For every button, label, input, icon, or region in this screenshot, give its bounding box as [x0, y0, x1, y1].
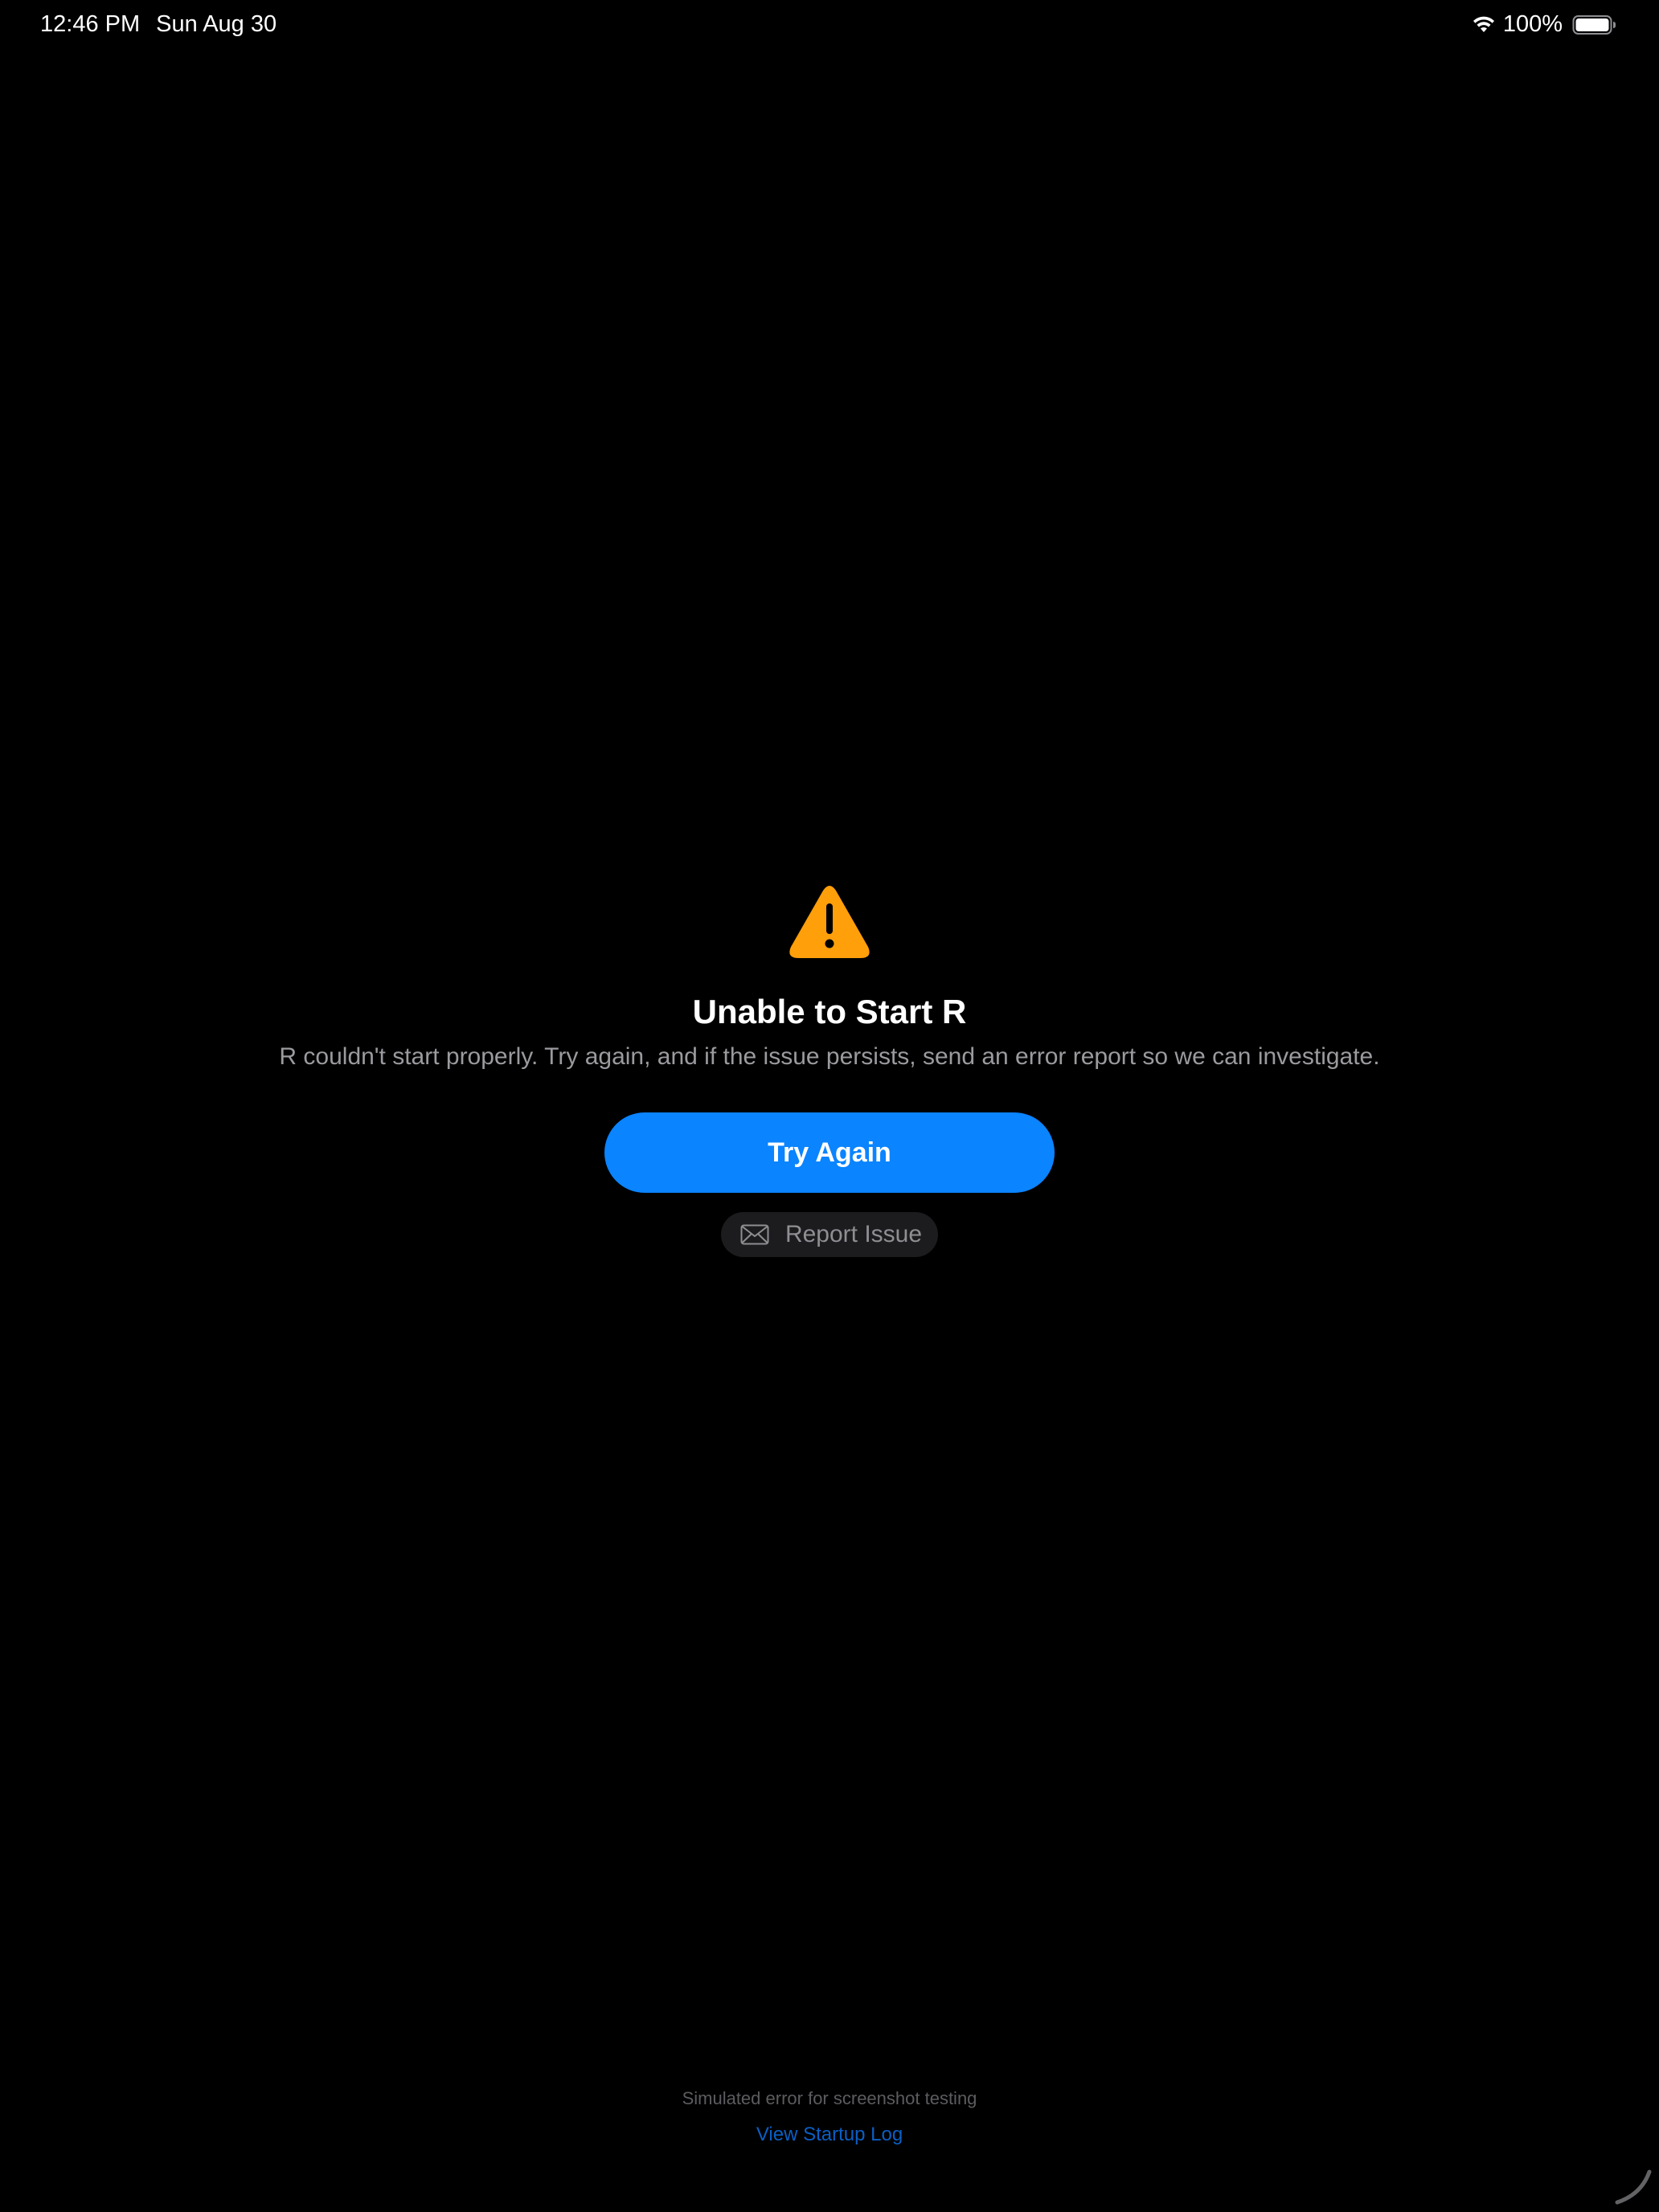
envelope-icon: [740, 1224, 769, 1245]
error-title: Unable to Start R: [692, 993, 967, 1030]
error-panel: Unable to Start R R couldn't start prope…: [0, 884, 1659, 1258]
footer-note: Simulated error for screenshot testing: [682, 2088, 977, 2108]
try-again-button[interactable]: Try Again: [604, 1112, 1055, 1194]
status-left: 12:46 PM Sun Aug 30: [40, 11, 276, 38]
status-right: 100%: [1471, 11, 1617, 38]
status-date: Sun Aug 30: [156, 11, 277, 37]
battery-full-icon: [1572, 14, 1616, 35]
report-issue-button[interactable]: Report Issue: [720, 1212, 939, 1258]
footer: Simulated error for screenshot testing V…: [0, 2087, 1659, 2148]
error-message: R couldn't start properly. Try again, an…: [279, 1043, 1380, 1071]
status-bar: 12:46 PM Sun Aug 30 100%: [0, 0, 1659, 51]
view-startup-log-link[interactable]: View Startup Log: [0, 2121, 1659, 2149]
report-issue-label: Report Issue: [784, 1221, 923, 1248]
status-time: 12:46 PM: [40, 11, 141, 37]
warning-triangle-icon: [789, 886, 870, 958]
battery-percent: 100%: [1502, 11, 1563, 37]
wifi-icon: [1473, 16, 1494, 32]
resize-handle-icon[interactable]: [1614, 2167, 1653, 2206]
